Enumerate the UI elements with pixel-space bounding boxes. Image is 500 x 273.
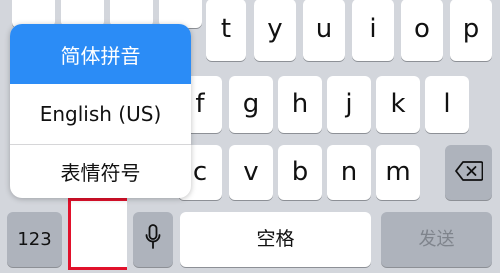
language-option-label: English (US): [39, 102, 162, 126]
key-j[interactable]: j: [327, 76, 371, 133]
microphone-icon: [145, 224, 161, 255]
key-g[interactable]: g: [229, 76, 273, 133]
numbers-key[interactable]: 123: [7, 212, 62, 267]
key-v[interactable]: v: [229, 145, 273, 200]
language-menu: 简体拼音 English (US) 表情符号: [10, 24, 191, 198]
space-key[interactable]: 空格: [180, 212, 371, 267]
key-u[interactable]: u: [303, 0, 345, 61]
key-t[interactable]: t: [206, 0, 246, 61]
globe-key-highlight[interactable]: [68, 198, 127, 270]
key-p[interactable]: p: [450, 0, 492, 61]
key-h[interactable]: h: [278, 76, 322, 133]
language-option-emoji[interactable]: 表情符号: [10, 145, 191, 198]
key-i[interactable]: i: [352, 0, 394, 61]
language-option-pinyin[interactable]: 简体拼音: [10, 24, 191, 84]
key-m[interactable]: m: [376, 145, 420, 200]
language-option-label: 表情符号: [60, 161, 141, 185]
key-o[interactable]: o: [401, 0, 443, 61]
backspace-icon: [454, 160, 483, 186]
dictation-key[interactable]: [133, 212, 173, 267]
key-y[interactable]: y: [254, 0, 296, 61]
key-k[interactable]: k: [376, 76, 420, 133]
key-l[interactable]: l: [425, 76, 469, 133]
key-b[interactable]: b: [278, 145, 322, 200]
language-option-english[interactable]: English (US): [10, 84, 191, 144]
keyboard: t y u i o p f g h j k l c v b n m 123 空格…: [0, 0, 500, 273]
key-n[interactable]: n: [327, 145, 371, 200]
send-key[interactable]: 发送: [381, 212, 492, 267]
globe-key[interactable]: [74, 201, 127, 267]
language-option-label: 简体拼音: [60, 43, 141, 68]
delete-key[interactable]: [445, 145, 492, 200]
